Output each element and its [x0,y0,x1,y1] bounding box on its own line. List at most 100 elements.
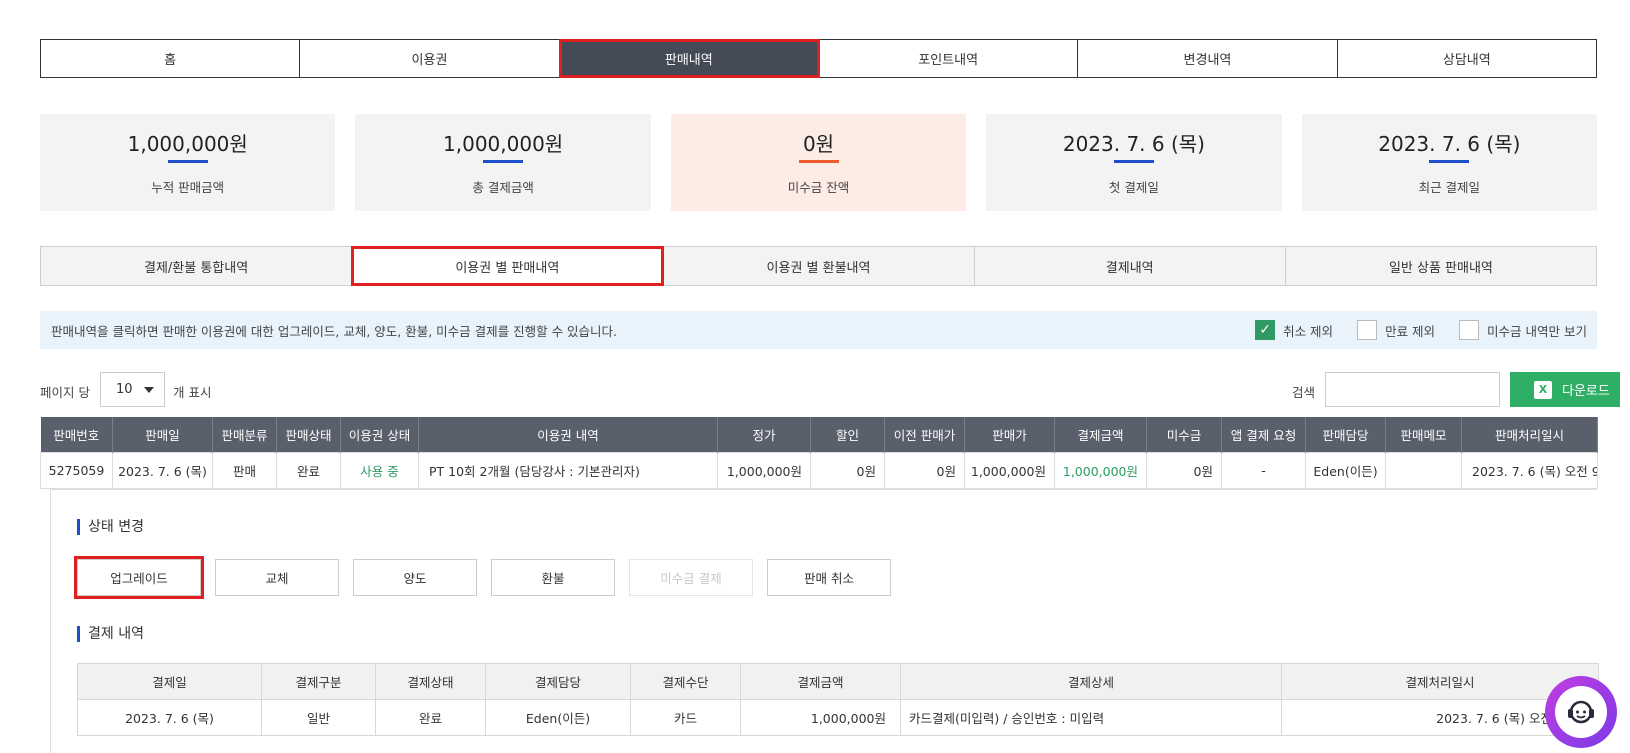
col-header: 판매메모 [1385,417,1462,452]
cell-sale-number: 5275059 [40,451,113,489]
filter-exclude-cancelled[interactable]: ✓ 취소 제외 [1255,320,1333,340]
cell-payment-status: 완료 [375,699,486,736]
payment-table-header: 결제일 결제구분 결제상태 결제담당 결제수단 결제금액 결제상세 결제처리일시 [77,663,1599,700]
checkbox-checked-icon[interactable]: ✓ [1255,320,1276,340]
download-button[interactable]: X 다운로드 [1510,372,1620,407]
cancel-sale-button[interactable]: 판매 취소 [767,559,891,596]
cell-payment-method: 카드 [630,699,741,736]
col-header: 앱 결제 요청 [1221,417,1306,452]
col-header: 판매담당 [1305,417,1386,452]
col-header: 판매번호 [40,417,113,452]
summary-label: 총 결제금액 [472,180,534,195]
summary-label: 첫 결제일 [1108,180,1159,195]
summary-card-outstanding-balance: 0원 미수금 잔액 [670,114,967,211]
summary-label: 누적 판매금액 [151,180,225,195]
summary-value: 1,000,000원 [443,132,564,156]
col-header: 판매분류 [212,417,277,452]
tab-points-history[interactable]: 포인트내역 [819,40,1079,77]
cell-previous-price: 0원 [884,451,965,489]
cell-processed-at: 2023. 7. 6 (목) 오전 9:48 [1461,451,1598,489]
top-tab-bar: 홈 이용권 판매내역 포인트내역 변경내역 상담내역 [40,39,1597,78]
col-header: 할인 [810,417,885,452]
perpage-value: 10 [116,382,133,397]
table-row[interactable]: 5275059 2023. 7. 6 (목) 판매 완료 사용 중 PT 10회… [40,451,1598,489]
perpage-suffix: 개 표시 [173,385,212,400]
col-header: 이용권 상태 [340,417,419,452]
search-input[interactable] [1325,372,1500,407]
filter-outstanding-only[interactable]: 미수금 내역만 보기 [1459,320,1587,340]
summary-value: 0원 [802,132,835,156]
transfer-button[interactable]: 양도 [353,559,477,596]
upgrade-button[interactable]: 업그레이드 [74,556,204,599]
tab-sales-history[interactable]: 판매내역 [558,39,820,78]
summary-underline [483,160,524,163]
subtab-sales-by-membership[interactable]: 이용권 별 판매내역 [351,246,665,286]
cell-sale-date: 2023. 7. 6 (목) [112,451,213,489]
summary-cards: 1,000,000원 누적 판매금액 1,000,000원 총 결제금액 0원 … [40,114,1598,211]
cell-sale-type: 판매 [212,451,277,489]
checkbox-label: 취소 제외 [1283,323,1334,339]
excel-icon: X [1534,380,1552,399]
cell-payment-amount: 1,000,000원 [1054,451,1147,489]
perpage-label: 페이지 당 [40,385,90,400]
subtab-refunds-by-membership[interactable]: 이용권 별 환불내역 [663,247,975,285]
cell-discount: 0원 [810,451,885,489]
summary-card-last-payment-date: 2023. 7. 6 (목) 최근 결제일 [1301,114,1598,211]
payment-table: 결제일 결제구분 결제상태 결제담당 결제수단 결제금액 결제상세 결제처리일시… [77,663,1599,736]
col-header: 판매처리일시 [1461,417,1598,452]
col-header: 결제일 [77,663,262,700]
col-header: 판매가 [964,417,1055,452]
col-header: 이용권 내역 [418,417,718,452]
summary-underline [1429,160,1470,163]
table-row[interactable]: 2023. 7. 6 (목) 일반 완료 Eden(이든) 카드 1,000,0… [77,699,1599,736]
cell-membership-status: 사용 중 [340,451,419,489]
checkbox-icon[interactable] [1357,320,1378,340]
payment-history-title: 결제 내역 [77,626,144,642]
col-header: 판매상태 [276,417,341,452]
summary-underline [167,160,208,163]
filter-checkboxes: ✓ 취소 제외 만료 제외 미수금 내역만 보기 [1231,320,1587,340]
summary-value: 2023. 7. 6 (목) [1378,132,1521,156]
checkbox-label: 만료 제외 [1385,323,1436,339]
cell-payment-date: 2023. 7. 6 (목) [77,699,262,736]
tab-change-history[interactable]: 변경내역 [1078,40,1338,77]
summary-card-first-payment-date: 2023. 7. 6 (목) 첫 결제일 [986,114,1282,211]
col-header: 결제수단 [630,663,741,700]
subtab-payment-refund-combined[interactable]: 결제/환불 통합내역 [41,247,353,285]
col-header: 미수금 [1146,417,1222,452]
sub-tab-bar: 결제/환불 통합내역 이용권 별 판매내역 이용권 별 환불내역 결제내역 일반… [40,246,1597,286]
search-label: 검색 [1292,385,1316,400]
perpage-select[interactable]: 10 [100,372,165,407]
col-header: 정가 [717,417,811,452]
sales-table: 판매번호 판매일 판매분류 판매상태 이용권 상태 이용권 내역 정가 할인 이… [40,417,1598,489]
summary-card-cumulative-sales: 1,000,000원 누적 판매금액 [40,114,336,211]
support-chat-button[interactable] [1545,676,1617,748]
cell-membership-detail: PT 10회 2개월 (담당강사 : 기본관리자) [418,451,718,489]
checkbox-icon[interactable] [1459,320,1480,340]
summary-card-total-payment: 1,000,000원 총 결제금액 [355,114,651,211]
col-header: 판매일 [112,417,213,452]
cell-payment-staff: Eden(이든) [485,699,631,736]
outstanding-payment-button: 미수금 결제 [629,559,753,596]
refund-button[interactable]: 환불 [491,559,615,596]
status-change-title: 상태 변경 [77,519,144,535]
filter-exclude-expired[interactable]: 만료 제외 [1357,320,1435,340]
status-action-buttons: 업그레이드 교체 양도 환불 미수금 결제 판매 취소 [74,556,891,599]
tab-consultation-history[interactable]: 상담내역 [1338,40,1596,77]
subtab-general-product-sales[interactable]: 일반 상품 판매내역 [1285,247,1597,285]
cell-list-price: 1,000,000원 [717,451,811,489]
info-bar: 판매내역을 클릭하면 판매한 이용권에 대한 업그레이드, 교체, 양도, 환불… [40,311,1597,349]
summary-label: 미수금 잔액 [787,180,850,195]
col-header: 결제금액 [740,663,901,700]
table-controls: 페이지 당 10 개 표시 검색 X 다운로드 [40,372,1620,408]
info-text: 판매내역을 클릭하면 판매한 이용권에 대한 업그레이드, 교체, 양도, 환불… [51,323,618,339]
col-header: 결제구분 [261,663,376,700]
summary-value: 2023. 7. 6 (목) [1062,132,1205,156]
subtab-payment-history[interactable]: 결제내역 [974,247,1286,285]
tab-membership[interactable]: 이용권 [300,40,560,77]
exchange-button[interactable]: 교체 [215,559,339,596]
tab-home[interactable]: 홈 [41,40,301,77]
checkbox-label: 미수금 내역만 보기 [1487,323,1587,339]
summary-underline [798,160,839,163]
caret-down-icon [144,387,154,393]
